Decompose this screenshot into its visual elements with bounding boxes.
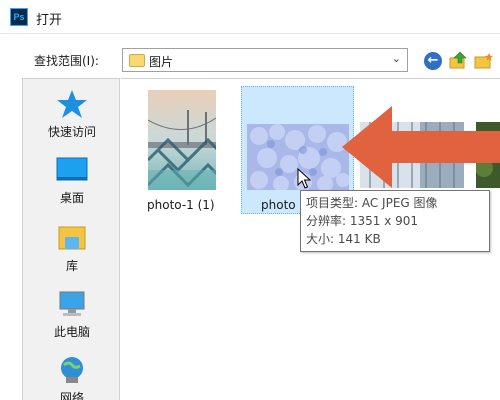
window-title: 打开 <box>36 13 63 28</box>
place-this-pc[interactable]: 此电脑 <box>23 289 121 340</box>
place-label: 快速访问 <box>47 125 96 139</box>
network-icon <box>61 357 83 383</box>
title-bar: Ps 打开 <box>0 0 500 34</box>
place-label: 网络 <box>59 391 84 400</box>
place-desktop[interactable]: 桌面 <box>23 155 121 206</box>
file-item[interactable]: photo-1 (1) <box>145 88 225 218</box>
look-in-value: 图片 <box>149 55 174 69</box>
back-icon[interactable]: ← <box>424 52 442 70</box>
up-folder-icon[interactable] <box>448 50 468 70</box>
places-bar: 快速访问 桌面 库 此电脑 网络 <box>22 78 120 400</box>
look-in-label: 查找范围(I): <box>34 54 99 68</box>
place-label: 桌面 <box>59 191 84 205</box>
file-info-tooltip: 项目类型: AC JPEG 图像 分辨率: 1351 x 901 大小: 141… <box>300 190 490 252</box>
place-library[interactable]: 库 <box>23 223 121 274</box>
file-name: photo <box>261 198 296 212</box>
look-in-dropdown[interactable]: 图片 ⌄ <box>122 48 408 72</box>
tooltip-dimensions: 分辨率: 1351 x 901 <box>306 214 419 228</box>
place-label: 库 <box>65 259 78 273</box>
chevron-down-icon[interactable]: ⌄ <box>392 52 401 65</box>
tooltip-type: 项目类型: AC JPEG 图像 <box>306 196 438 210</box>
photoshop-icon: Ps <box>10 8 28 26</box>
library-icon <box>58 226 86 250</box>
star-icon <box>57 90 87 118</box>
new-folder-icon[interactable] <box>474 52 494 70</box>
place-quick-access[interactable]: 快速访问 <box>23 89 121 140</box>
place-network[interactable]: 网络 <box>23 355 121 400</box>
folder-icon <box>129 54 145 67</box>
annotation-arrow <box>342 106 500 188</box>
desktop-icon <box>56 157 88 181</box>
place-label: 此电脑 <box>53 325 90 339</box>
file-name: photo-1 (1) <box>147 198 215 212</box>
tooltip-size: 大小: 141 KB <box>306 232 381 246</box>
file-thumbnail-bridge <box>148 90 216 190</box>
computer-icon <box>59 291 85 316</box>
mouse-cursor-icon <box>297 168 312 189</box>
